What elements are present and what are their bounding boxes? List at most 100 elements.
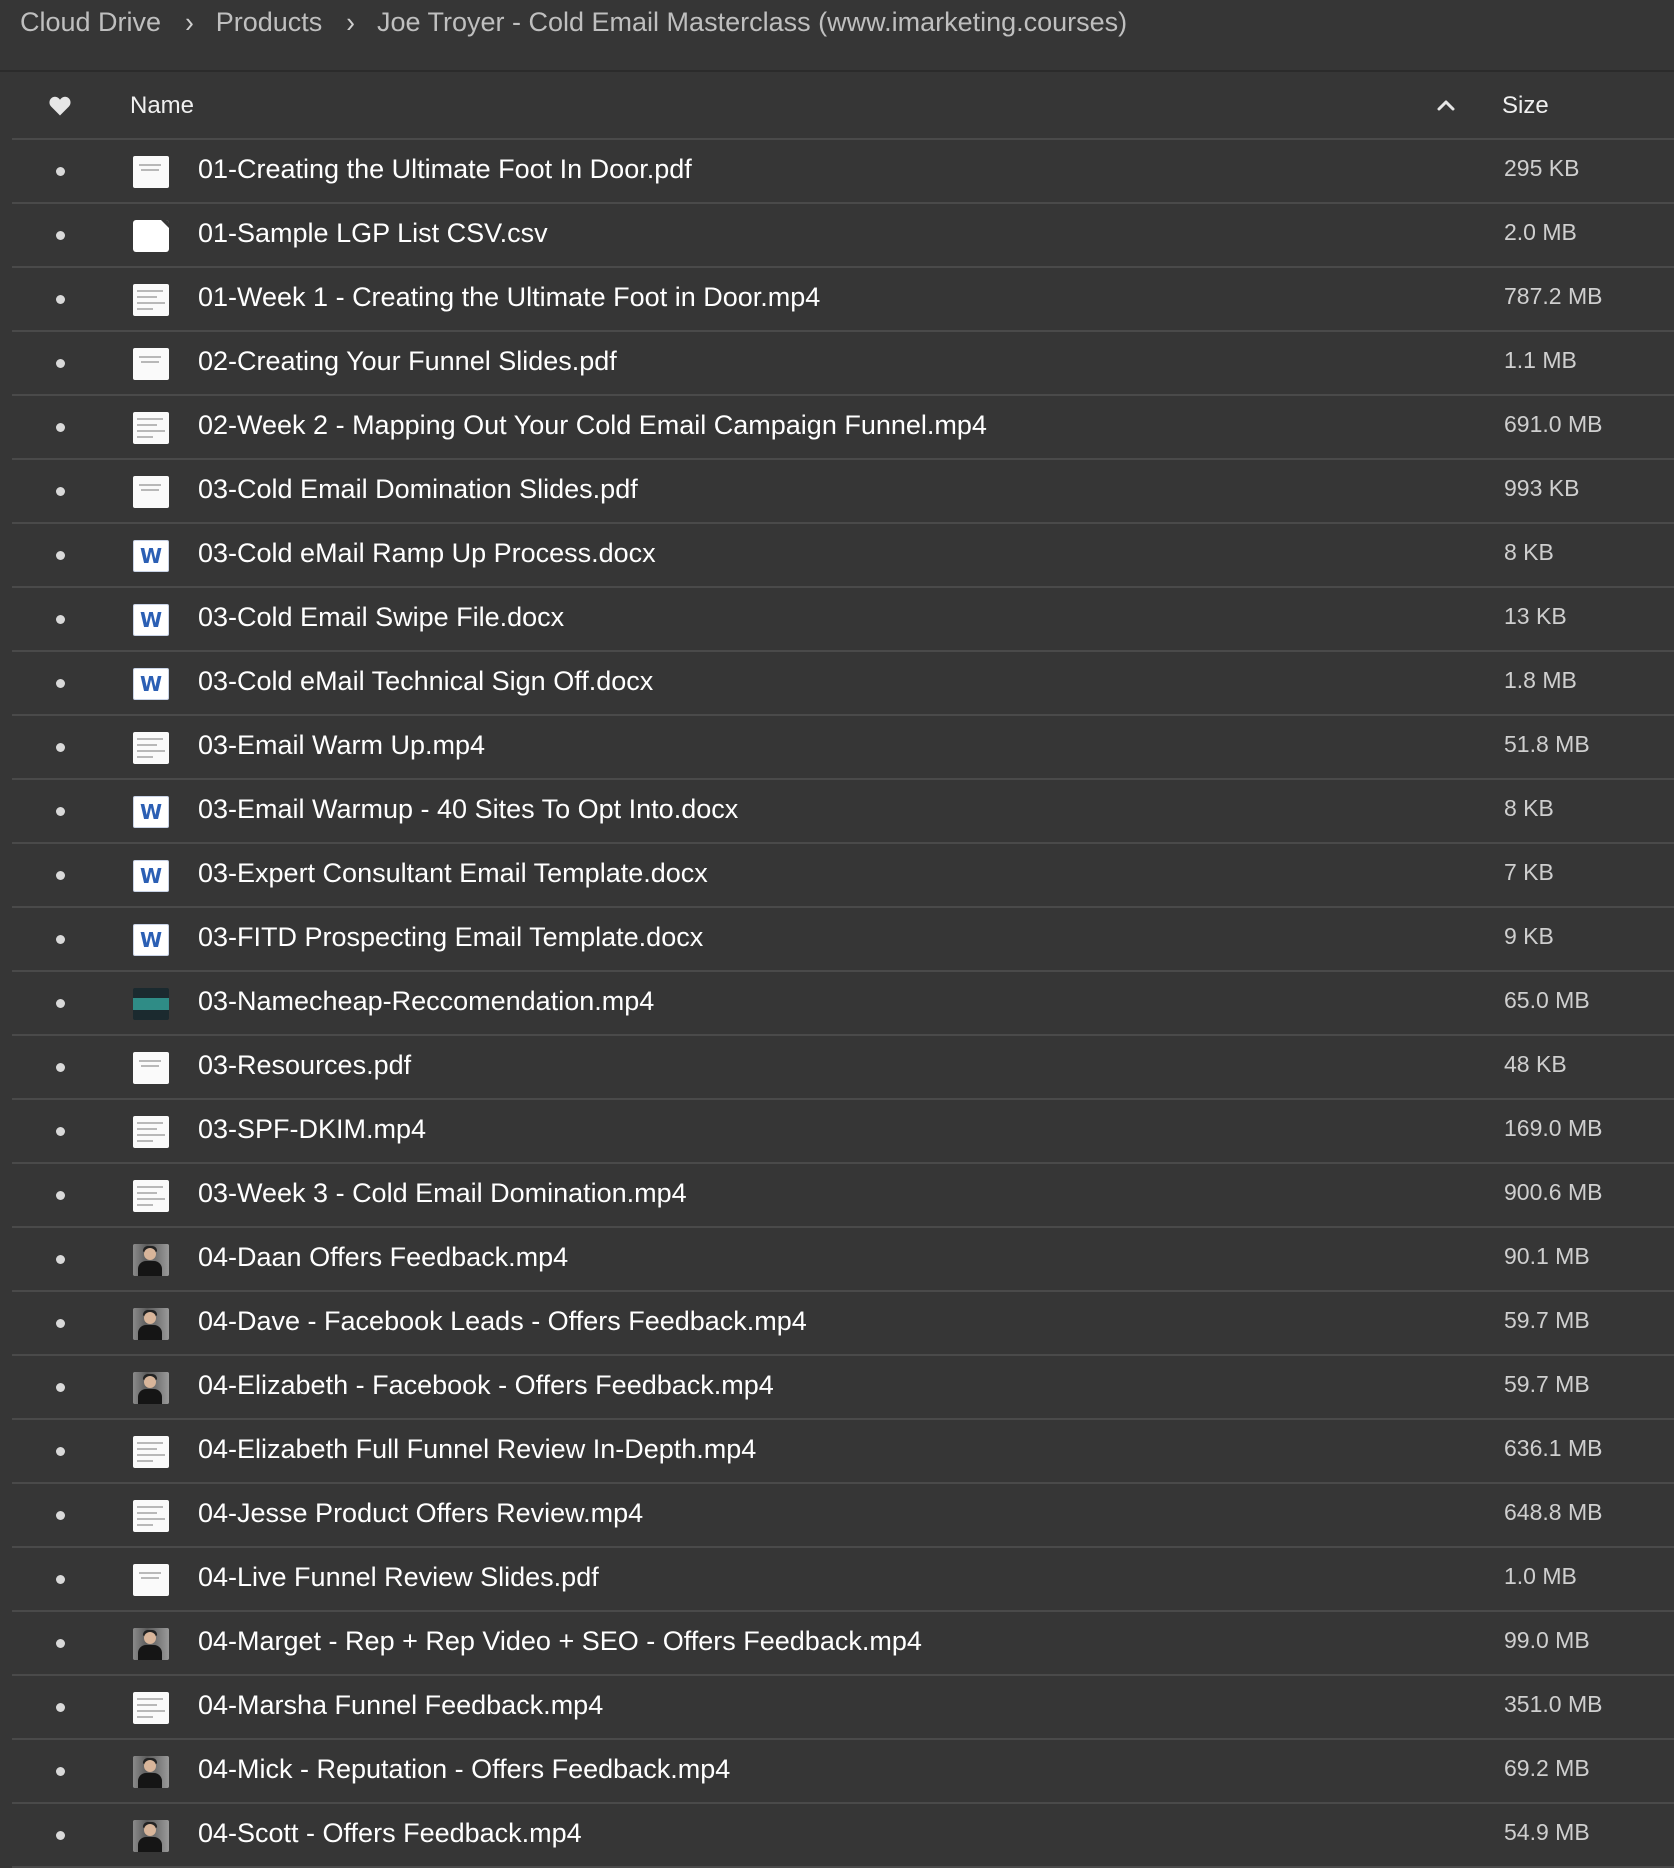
thumbnail-line — [137, 1710, 165, 1712]
table-row[interactable]: 01-Sample LGP List CSV.csv 2.0 MB — [12, 204, 1674, 268]
table-row[interactable]: 04-Jesse Product Offers Review.mp4 648.8 … — [12, 1484, 1674, 1548]
thumbnail-line — [137, 1454, 165, 1456]
table-row[interactable]: 03-Week 3 - Cold Email Domination.mp4 900… — [12, 1164, 1674, 1228]
thumbnail-line — [137, 1448, 157, 1450]
thumbnail-line — [139, 1060, 161, 1062]
table-row[interactable]: 03-Cold Email Domination Slides.pdf 993 K… — [12, 460, 1674, 524]
breadcrumb-cloud-drive[interactable]: Cloud Drive — [20, 7, 161, 38]
file-name[interactable]: 03-FITD Prospecting Email Template.docx — [198, 922, 703, 953]
file-name[interactable]: 04-Live Funnel Review Slides.pdf — [198, 1562, 599, 1593]
table-row[interactable]: 02-Week 2 - Mapping Out Your Cold Email … — [12, 396, 1674, 460]
dot-icon — [56, 295, 65, 304]
table-row[interactable]: 03-Email Warm Up.mp4 51.8 MB — [12, 716, 1674, 780]
file-size: 8 KB — [1504, 795, 1554, 821]
table-row[interactable]: 04-Daan Offers Feedback.mp4 90.1 MB — [12, 1228, 1674, 1292]
chevron-right-icon: › — [185, 4, 194, 38]
video-thumbnail-icon — [133, 1820, 169, 1852]
table-row[interactable]: W 03-Expert Consultant Email Template.doc… — [12, 844, 1674, 908]
table-row[interactable]: 03-Namecheap-Reccomendation.mp4 65.0 MB — [12, 972, 1674, 1036]
file-name[interactable]: 04-Jesse Product Offers Review.mp4 — [198, 1498, 643, 1529]
file-name[interactable]: 04-Scott - Offers Feedback.mp4 — [198, 1818, 582, 1849]
file-name[interactable]: 02-Week 2 - Mapping Out Your Cold Email … — [198, 410, 987, 441]
table-row[interactable]: 01-Week 1 - Creating the Ultimate Foot i… — [12, 268, 1674, 332]
dot-icon — [56, 1639, 65, 1648]
thumbnail-line — [137, 1204, 153, 1206]
table-row[interactable]: 04-Marsha Funnel Feedback.mp4 351.0 MB — [12, 1676, 1674, 1740]
table-row[interactable]: 04-Elizabeth - Facebook - Offers Feedbac… — [12, 1356, 1674, 1420]
file-name[interactable]: 01-Sample LGP List CSV.csv — [198, 218, 548, 249]
file-name[interactable]: 04-Mick - Reputation - Offers Feedback.m… — [198, 1754, 730, 1785]
thumbnail-line — [137, 436, 153, 438]
table-row[interactable]: W 03-Cold Email Swipe File.docx 13 KB — [12, 588, 1674, 652]
file-name[interactable]: 01-Creating the Ultimate Foot In Door.pd… — [198, 154, 692, 185]
dot-icon — [56, 1191, 65, 1200]
breadcrumb-products[interactable]: Products — [216, 7, 323, 38]
file-name[interactable]: 04-Dave - Facebook Leads - Offers Feedba… — [198, 1306, 807, 1337]
thumbnail-line — [137, 1704, 157, 1706]
file-name[interactable]: 03-SPF-DKIM.mp4 — [198, 1114, 426, 1145]
file-name[interactable]: 03-Week 3 - Cold Email Domination.mp4 — [198, 1178, 687, 1209]
thumbnail-line — [137, 744, 157, 746]
column-header-size[interactable]: Size — [1502, 92, 1549, 120]
file-name[interactable]: 04-Elizabeth Full Funnel Review In-Depth… — [198, 1434, 756, 1465]
word-document-icon: W — [133, 860, 169, 892]
table-row[interactable]: 01-Creating the Ultimate Foot In Door.pd… — [12, 140, 1674, 204]
file-name[interactable]: 04-Elizabeth - Facebook - Offers Feedbac… — [198, 1370, 774, 1401]
file-name[interactable]: 04-Marsha Funnel Feedback.mp4 — [198, 1690, 603, 1721]
file-name[interactable]: 03-Cold Email Domination Slides.pdf — [198, 474, 638, 505]
thumbnail-body — [138, 1389, 162, 1404]
file-name[interactable]: 03-Cold eMail Ramp Up Process.docx — [198, 538, 656, 569]
table-row[interactable]: 04-Elizabeth Full Funnel Review In-Depth… — [12, 1420, 1674, 1484]
table-row[interactable]: 04-Mick - Reputation - Offers Feedback.m… — [12, 1740, 1674, 1804]
dot-icon — [56, 615, 65, 624]
table-row[interactable]: 04-Dave - Facebook Leads - Offers Feedba… — [12, 1292, 1674, 1356]
word-document-icon: W — [133, 796, 169, 828]
thumbnail-line — [137, 290, 163, 292]
file-name[interactable]: 02-Creating Your Funnel Slides.pdf — [198, 346, 617, 377]
file-name[interactable]: 03-Namecheap-Reccomendation.mp4 — [198, 986, 654, 1017]
chevron-up-icon[interactable] — [1436, 98, 1456, 112]
thumbnail-line — [137, 1460, 153, 1462]
file-size: 59.7 MB — [1504, 1307, 1590, 1333]
file-size: 1.8 MB — [1504, 667, 1577, 693]
file-name[interactable]: 04-Marget - Rep + Rep Video + SEO - Offe… — [198, 1626, 922, 1657]
table-row[interactable]: 02-Creating Your Funnel Slides.pdf 1.1 MB — [12, 332, 1674, 396]
file-size: 636.1 MB — [1504, 1435, 1603, 1461]
dot-icon — [56, 1255, 65, 1264]
video-thumbnail-icon — [133, 1628, 169, 1660]
thumbnail-line — [137, 1140, 153, 1142]
thumbnail-head — [144, 1824, 156, 1836]
thumbnail-head — [144, 1248, 156, 1260]
column-header-name[interactable]: Name — [130, 92, 194, 120]
dot-icon — [56, 935, 65, 944]
file-name[interactable]: 03-Cold Email Swipe File.docx — [198, 602, 564, 633]
file-name[interactable]: 03-Expert Consultant Email Template.docx — [198, 858, 708, 889]
breadcrumb-current-folder[interactable]: Joe Troyer - Cold Email Masterclass (www… — [377, 7, 1127, 38]
file-name[interactable]: 03-Cold eMail Technical Sign Off.docx — [198, 666, 653, 697]
thumbnail-line — [139, 484, 161, 486]
table-row[interactable]: W 03-Cold eMail Technical Sign Off.docx 1.… — [12, 652, 1674, 716]
table-row[interactable]: W 03-Email Warmup - 40 Sites To Opt Into.… — [12, 780, 1674, 844]
thumbnail-body — [138, 1325, 162, 1340]
dot-icon — [56, 1831, 65, 1840]
file-name[interactable]: 03-Email Warm Up.mp4 — [198, 730, 485, 761]
table-row[interactable]: W 03-Cold eMail Ramp Up Process.docx 8 KB — [12, 524, 1674, 588]
thumbnail-band — [133, 998, 169, 1010]
table-row[interactable]: 04-Scott - Offers Feedback.mp4 54.9 MB — [12, 1804, 1674, 1868]
file-name[interactable]: 01-Week 1 - Creating the Ultimate Foot i… — [198, 282, 820, 313]
thumbnail-line — [137, 1186, 163, 1188]
heart-icon[interactable] — [48, 94, 72, 118]
table-row[interactable]: 03-SPF-DKIM.mp4 169.0 MB — [12, 1100, 1674, 1164]
thumbnail-line — [137, 1192, 157, 1194]
file-name[interactable]: 03-Email Warmup - 40 Sites To Opt Into.d… — [198, 794, 738, 825]
table-row[interactable]: 03-Resources.pdf 48 KB — [12, 1036, 1674, 1100]
file-name[interactable]: 03-Resources.pdf — [198, 1050, 411, 1081]
table-row[interactable]: 04-Marget - Rep + Rep Video + SEO - Offe… — [12, 1612, 1674, 1676]
file-name[interactable]: 04-Daan Offers Feedback.mp4 — [198, 1242, 568, 1273]
breadcrumb: Cloud Drive › Products › Joe Troyer - Co… — [20, 0, 1127, 44]
pdf-thumbnail-icon — [133, 476, 169, 508]
dot-icon — [56, 1767, 65, 1776]
table-row[interactable]: 04-Live Funnel Review Slides.pdf 1.0 MB — [12, 1548, 1674, 1612]
pdf-thumbnail-icon — [133, 1052, 169, 1084]
table-row[interactable]: W 03-FITD Prospecting Email Template.docx… — [12, 908, 1674, 972]
